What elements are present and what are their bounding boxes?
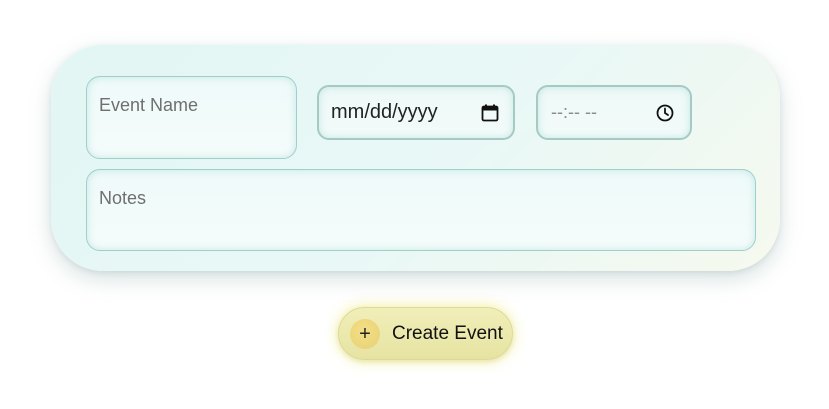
page: Event Name mm/dd/yyyy --:-- -- Notes + C… [0,0,829,409]
event-name-input[interactable]: Event Name [86,76,297,159]
plus-glyph: + [359,322,371,345]
time-placeholder: --:-- -- [551,102,597,122]
create-event-button[interactable]: + Create Event [338,307,513,360]
notes-textarea[interactable]: Notes [86,169,756,251]
create-event-label: Create Event [392,322,503,344]
time-input[interactable]: --:-- -- [536,85,692,140]
date-input[interactable]: mm/dd/yyyy [317,85,515,140]
notes-placeholder: Notes [99,188,147,208]
plus-icon: + [350,318,380,349]
date-placeholder: mm/dd/yyyy [331,101,438,123]
clock-icon[interactable] [656,104,674,122]
event-name-placeholder: Event Name [99,95,199,115]
calendar-icon[interactable] [481,104,499,122]
